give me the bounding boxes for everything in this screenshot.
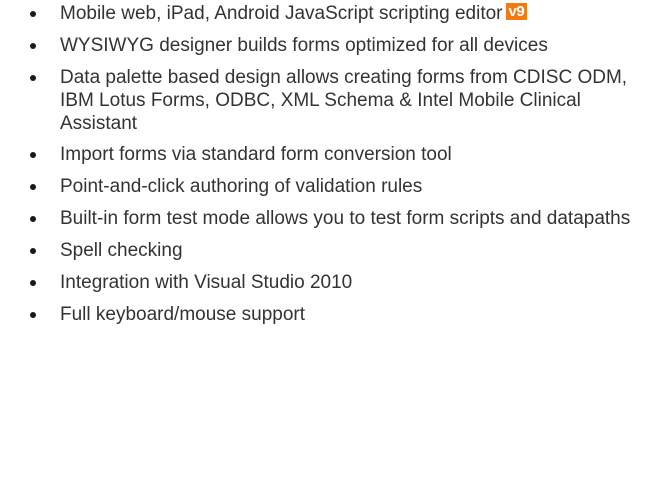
bullet-icon — [30, 280, 36, 286]
list-item: Mobile web, iPad, Android JavaScript scr… — [0, 2, 652, 26]
bullet-icon — [30, 216, 36, 222]
list-item: Integration with Visual Studio 2010 — [0, 271, 652, 295]
bullet-icon — [30, 184, 36, 190]
feature-text: Spell checking — [60, 240, 183, 261]
version-badge: v9 — [505, 3, 528, 20]
feature-list: Mobile web, iPad, Android JavaScript scr… — [0, 2, 652, 335]
list-item: Spell checking — [0, 239, 652, 263]
feature-text: Full keyboard/mouse support — [60, 304, 306, 325]
bullet-icon — [30, 248, 36, 254]
bullet-icon — [30, 312, 36, 318]
feature-text: Mobile web, iPad, Android JavaScript scr… — [60, 3, 503, 24]
bullet-icon — [30, 43, 36, 49]
feature-text: WYSIWYG designer builds forms optimized … — [60, 35, 548, 56]
feature-text: Integration with Visual Studio 2010 — [60, 272, 353, 293]
feature-text: Built-in form test mode allows you to te… — [60, 208, 631, 229]
list-item: Built-in form test mode allows you to te… — [0, 207, 652, 231]
feature-text: Point-and-click authoring of validation … — [60, 176, 423, 197]
feature-text: Data palette based design allows creatin… — [60, 67, 628, 134]
bullet-icon — [30, 11, 36, 17]
list-item: Point-and-click authoring of validation … — [0, 175, 652, 199]
feature-text: Import forms via standard form conversio… — [60, 144, 452, 165]
list-item: Full keyboard/mouse support — [0, 303, 652, 327]
bullet-icon — [30, 75, 36, 81]
bullet-icon — [30, 152, 36, 158]
list-item: WYSIWYG designer builds forms optimized … — [0, 34, 652, 58]
list-item: Import forms via standard form conversio… — [0, 143, 652, 167]
list-item: Data palette based design allows creatin… — [0, 66, 652, 135]
